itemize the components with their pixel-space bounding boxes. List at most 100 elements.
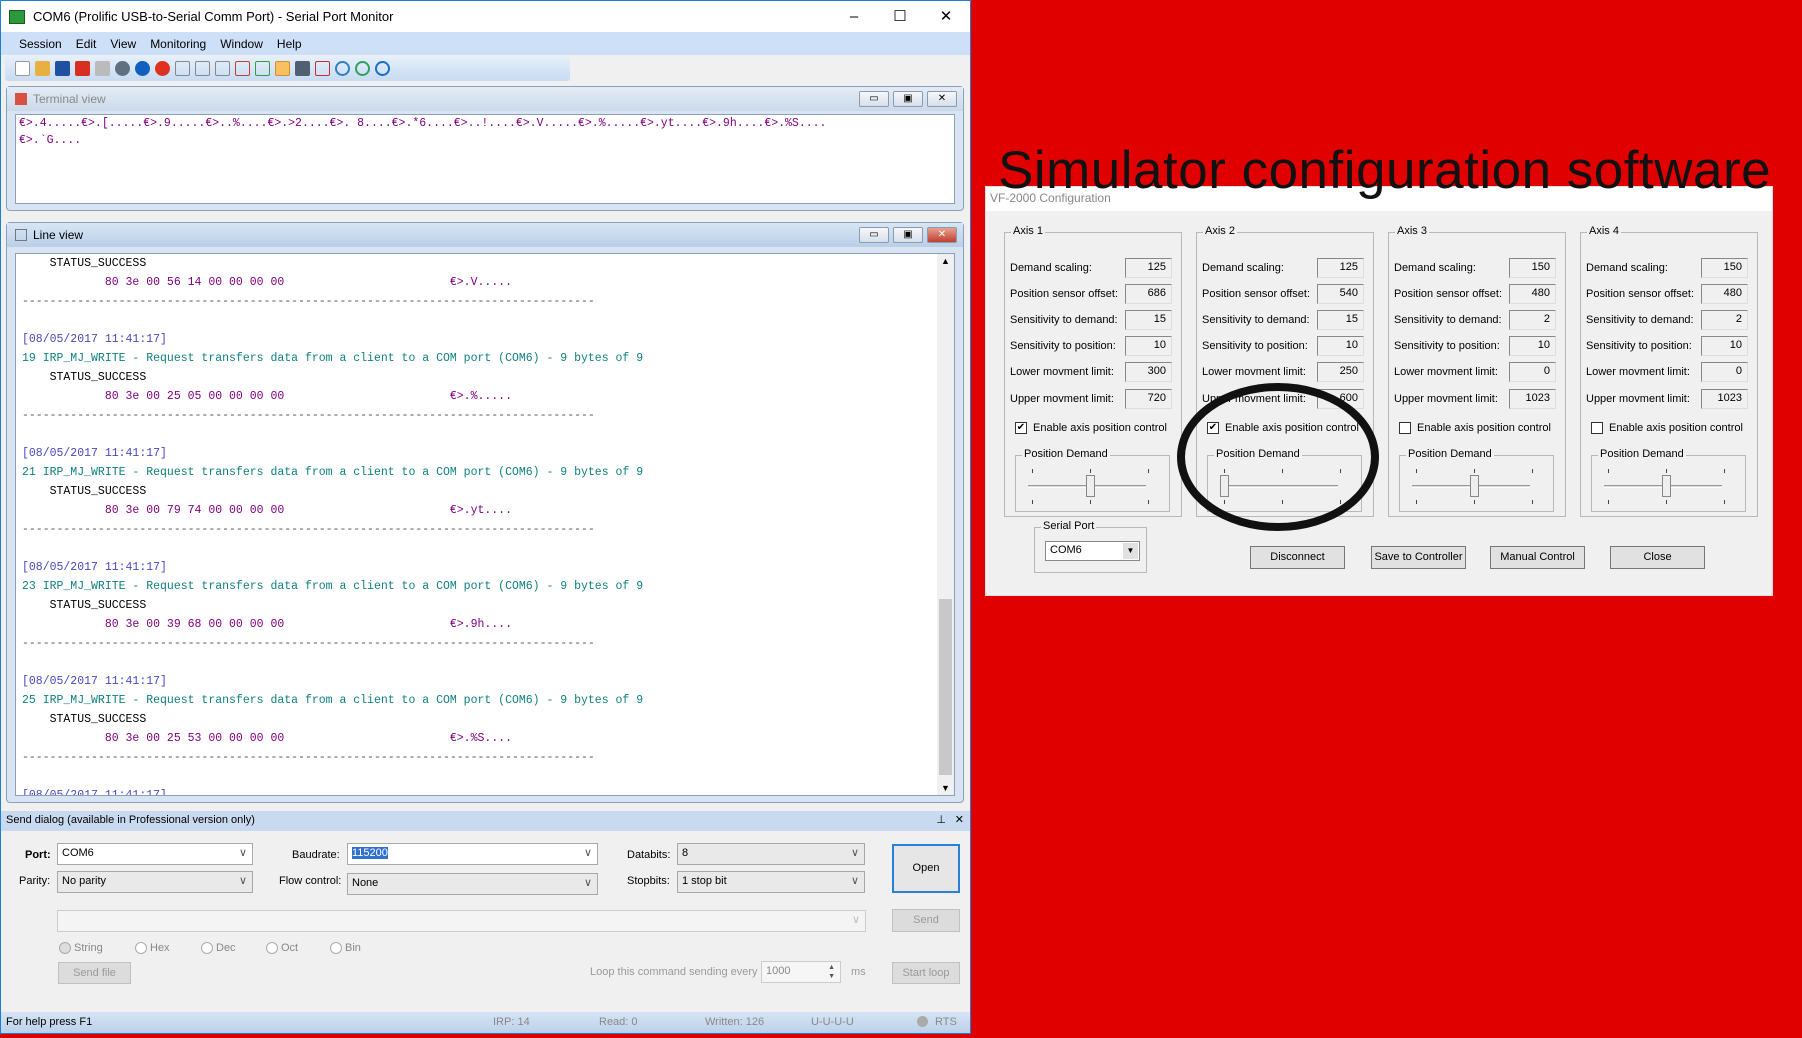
param-input[interactable]: 686 — [1125, 284, 1172, 304]
save-to-controller-button[interactable]: Save to Controller — [1371, 546, 1466, 569]
param-input[interactable]: 600 — [1317, 389, 1364, 409]
close-session-icon[interactable] — [75, 61, 90, 76]
menu-window[interactable]: Window — [220, 37, 263, 51]
param-input[interactable]: 540 — [1317, 284, 1364, 304]
param-input[interactable]: 10 — [1509, 336, 1556, 356]
close-dialog-button[interactable]: Close — [1610, 546, 1705, 569]
databits-select[interactable]: 8 ∨ — [677, 843, 865, 865]
scrollbar-thumb[interactable] — [939, 599, 952, 775]
param-input[interactable]: 0 — [1701, 362, 1748, 382]
flow-control-select[interactable]: None ∨ — [347, 873, 598, 895]
find-next-icon[interactable] — [355, 61, 370, 76]
serial-port-select[interactable]: COM6 ▼ — [1045, 541, 1140, 561]
format-radio-oct[interactable]: Oct — [266, 942, 298, 954]
dump-view-icon[interactable] — [215, 61, 230, 76]
request-view-icon[interactable] — [255, 61, 270, 76]
param-input[interactable]: 15 — [1317, 310, 1364, 330]
clear-icon[interactable] — [315, 61, 330, 76]
slider-thumb[interactable] — [1662, 475, 1671, 497]
pane-close-button[interactable]: ✕ — [927, 227, 957, 243]
enable-axis-checkbox[interactable]: Enable axis position control — [1591, 422, 1743, 434]
stopbits-select[interactable]: 1 stop bit ∨ — [677, 871, 865, 893]
play-icon[interactable] — [115, 61, 130, 76]
param-input[interactable]: 480 — [1701, 284, 1748, 304]
enable-axis-checkbox[interactable]: Enable axis position control — [1399, 422, 1551, 434]
terminal-output[interactable]: €>.4.....€>.[.....€>.9.....€>..%....€>.>… — [15, 114, 955, 204]
param-input[interactable]: 10 — [1317, 336, 1364, 356]
pane-restore-button[interactable]: ▣ — [893, 91, 923, 107]
disconnect-button[interactable]: Disconnect — [1250, 546, 1345, 569]
port-select[interactable]: COM6 ∨ — [57, 843, 253, 865]
position-demand-slider[interactable] — [1220, 466, 1341, 506]
pane-minimize-button[interactable]: ▭ — [859, 91, 889, 107]
param-input[interactable]: 150 — [1701, 258, 1748, 278]
param-input[interactable]: 300 — [1125, 362, 1172, 382]
format-radio-string[interactable]: String — [59, 942, 103, 954]
stop-icon[interactable] — [155, 61, 170, 76]
loop-interval-spinner[interactable]: 1000 ▲ ▼ — [761, 961, 841, 983]
start-loop-button[interactable]: Start loop — [892, 962, 960, 984]
baudrate-select[interactable]: 115200 ∨ — [347, 843, 598, 865]
table-view-icon[interactable] — [175, 61, 190, 76]
search-icon[interactable] — [335, 61, 350, 76]
send-file-button[interactable]: Send file — [58, 962, 131, 984]
pane-close-button[interactable]: ✕ — [927, 91, 957, 107]
param-input[interactable]: 2 — [1701, 310, 1748, 330]
maximize-button[interactable]: ☐ — [877, 1, 923, 32]
menu-edit[interactable]: Edit — [76, 37, 97, 51]
line-view-icon[interactable] — [195, 61, 210, 76]
spinner-arrows-icon[interactable]: ▲ ▼ — [828, 963, 835, 981]
pause-icon[interactable] — [135, 61, 150, 76]
slider-thumb[interactable] — [1470, 475, 1479, 497]
vertical-scrollbar[interactable]: ▲ ▼ — [937, 254, 954, 795]
format-radio-dec[interactable]: Dec — [201, 942, 236, 954]
filter-icon[interactable] — [275, 61, 290, 76]
minimize-button[interactable]: – — [831, 1, 877, 32]
pane-minimize-button[interactable]: ▭ — [859, 227, 889, 243]
dropdown-arrow-icon[interactable]: ▼ — [1123, 543, 1138, 559]
param-input[interactable]: 250 — [1317, 362, 1364, 382]
param-input[interactable]: 0 — [1509, 362, 1556, 382]
param-input[interactable]: 125 — [1317, 258, 1364, 278]
line-view-content[interactable]: STATUS_SUCCESS 80 3e 00 56 14 00 00 00 0… — [15, 253, 955, 796]
pane-restore-button[interactable]: ▣ — [893, 227, 923, 243]
enable-axis-checkbox[interactable]: ✔ Enable axis position control — [1015, 422, 1167, 434]
scroll-up-arrow[interactable]: ▲ — [941, 256, 950, 266]
format-radio-hex[interactable]: Hex — [135, 942, 170, 954]
menu-session[interactable]: Session — [19, 37, 62, 51]
save-icon[interactable] — [55, 61, 70, 76]
param-input[interactable]: 10 — [1701, 336, 1748, 356]
send-data-input[interactable]: ∨ — [57, 910, 866, 932]
new-icon[interactable] — [15, 61, 30, 76]
help-icon[interactable] — [375, 61, 390, 76]
copy-icon[interactable] — [95, 61, 110, 76]
parity-select[interactable]: No parity ∨ — [57, 871, 253, 893]
open-button[interactable]: Open — [892, 844, 960, 893]
format-radio-bin[interactable]: Bin — [330, 942, 361, 954]
param-input[interactable]: 1023 — [1701, 389, 1748, 409]
param-input[interactable]: 150 — [1509, 258, 1556, 278]
manual-control-button[interactable]: Manual Control — [1490, 546, 1585, 569]
tools-icon[interactable] — [295, 61, 310, 76]
enable-axis-checkbox[interactable]: ✔ Enable axis position control — [1207, 422, 1359, 434]
menu-help[interactable]: Help — [277, 37, 302, 51]
param-input[interactable]: 125 — [1125, 258, 1172, 278]
scroll-down-arrow[interactable]: ▼ — [941, 783, 950, 793]
open-icon[interactable] — [35, 61, 50, 76]
slider-thumb[interactable] — [1220, 475, 1229, 497]
pin-icon[interactable]: ⊥ — [936, 813, 946, 826]
param-input[interactable]: 10 — [1125, 336, 1172, 356]
param-input[interactable]: 15 — [1125, 310, 1172, 330]
param-input[interactable]: 1023 — [1509, 389, 1556, 409]
param-input[interactable]: 2 — [1509, 310, 1556, 330]
close-button[interactable]: ✕ — [923, 1, 969, 32]
menu-monitoring[interactable]: Monitoring — [150, 37, 206, 51]
param-input[interactable]: 720 — [1125, 389, 1172, 409]
menu-view[interactable]: View — [110, 37, 136, 51]
slider-thumb[interactable] — [1086, 475, 1095, 497]
position-demand-slider[interactable] — [1028, 466, 1149, 506]
terminal-view-icon[interactable] — [235, 61, 250, 76]
position-demand-slider[interactable] — [1412, 466, 1533, 506]
send-button[interactable]: Send — [892, 909, 960, 932]
param-input[interactable]: 480 — [1509, 284, 1556, 304]
